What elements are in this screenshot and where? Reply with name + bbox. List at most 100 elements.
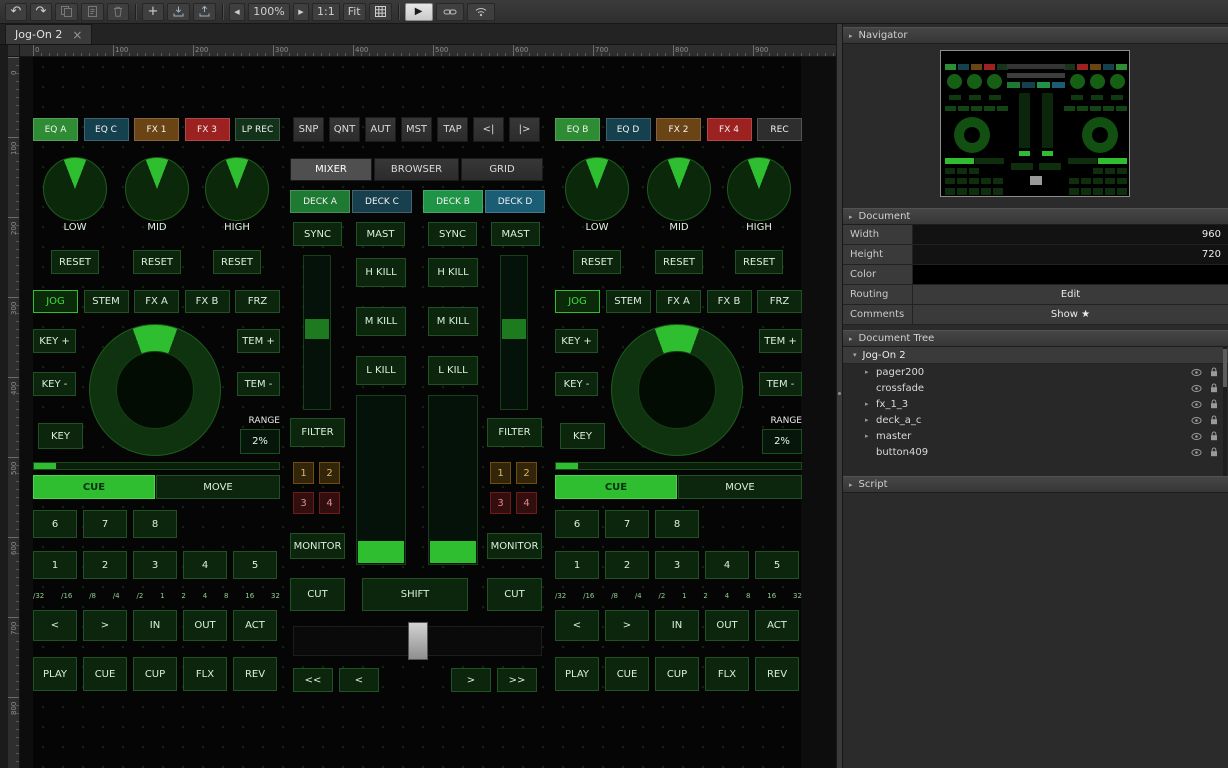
transport-button-cup[interactable]: CUP bbox=[133, 657, 177, 691]
mode-button-fxa[interactable]: FX A bbox=[134, 290, 179, 313]
transport-button-cue[interactable]: CUE bbox=[605, 657, 649, 691]
view-tab-grid[interactable]: GRID bbox=[461, 158, 543, 181]
tree-root-jog-on-2[interactable]: ▾ Jog-On 2 bbox=[843, 347, 1228, 364]
loop-button-3[interactable]: OUT bbox=[705, 610, 749, 641]
fx-select-button-right[interactable]: REC bbox=[757, 118, 802, 141]
hotcue-button-8[interactable]: 8 bbox=[133, 510, 177, 538]
hotcue-button-2[interactable]: 2 bbox=[83, 551, 127, 579]
expand-icon[interactable]: ▸ bbox=[865, 368, 876, 376]
delete-button[interactable] bbox=[107, 3, 129, 21]
loop-button-2[interactable]: IN bbox=[655, 610, 699, 641]
fader-handle[interactable] bbox=[358, 541, 404, 563]
nudge-button-3[interactable]: >> bbox=[497, 668, 537, 692]
tempo-plus-button[interactable]: TEM + bbox=[759, 329, 802, 353]
pitch-fader-left[interactable] bbox=[303, 255, 331, 410]
deck-select-deckc[interactable]: DECK C bbox=[352, 190, 412, 213]
hotcue-button-6[interactable]: 6 bbox=[555, 510, 599, 538]
fader-handle[interactable] bbox=[430, 541, 476, 563]
hotcue-button-1[interactable]: 1 bbox=[33, 551, 77, 579]
fx-select-button-left[interactable]: LP REC bbox=[235, 118, 280, 141]
height-value-field[interactable]: 720 bbox=[913, 245, 1228, 264]
perf-button-0[interactable]: SNP bbox=[293, 117, 324, 142]
editor-canvas[interactable]: EQ AEQ CFX 1FX 3LP RECLOWMIDHIGHRESETRES… bbox=[20, 57, 836, 768]
tempo-minus-button[interactable]: TEM - bbox=[759, 372, 802, 396]
transport-button-rev[interactable]: REV bbox=[233, 657, 277, 691]
shift-button[interactable]: SHIFT bbox=[362, 578, 468, 611]
perf-button-4[interactable]: TAP bbox=[437, 117, 468, 142]
hotcue-button-4[interactable]: 4 bbox=[183, 551, 227, 579]
fader-handle[interactable] bbox=[305, 319, 329, 339]
mast-button-left[interactable]: MAST bbox=[356, 222, 405, 246]
kill-button-h-kill[interactable]: H KILL bbox=[356, 258, 406, 287]
mast-button-right[interactable]: MAST bbox=[491, 222, 540, 246]
eq-knob-low-right[interactable] bbox=[565, 157, 629, 221]
navigator-header[interactable]: ▸ Navigator bbox=[843, 27, 1228, 44]
transport-button-play[interactable]: PLAY bbox=[555, 657, 599, 691]
transport-button-play[interactable]: PLAY bbox=[33, 657, 77, 691]
fx-select-button-right[interactable]: FX 2 bbox=[656, 118, 701, 141]
lock-icon[interactable] bbox=[1210, 431, 1218, 441]
kill-button-h-kill[interactable]: H KILL bbox=[428, 258, 478, 287]
deck-select-deckd[interactable]: DECK D bbox=[485, 190, 545, 213]
lock-icon[interactable] bbox=[1210, 367, 1218, 377]
filter-button[interactable]: FILTER bbox=[487, 418, 542, 447]
transport-button-rev[interactable]: REV bbox=[755, 657, 799, 691]
perf-button-1[interactable]: QNT bbox=[329, 117, 360, 142]
tree-item-pager200[interactable]: ▸pager200 bbox=[843, 364, 1228, 380]
reset-button[interactable]: RESET bbox=[735, 250, 783, 274]
loop-button-2[interactable]: IN bbox=[133, 610, 177, 641]
volume-fader-right[interactable] bbox=[428, 395, 478, 565]
loop-button-4[interactable]: ACT bbox=[755, 610, 799, 641]
export-button[interactable] bbox=[193, 3, 216, 21]
cue-loop-button[interactable]: CUE bbox=[555, 475, 677, 499]
zoom-fit-button[interactable]: Fit bbox=[343, 3, 366, 21]
volume-fader-left[interactable] bbox=[356, 395, 406, 565]
lock-icon[interactable] bbox=[1210, 447, 1218, 457]
hotcue-button-7[interactable]: 7 bbox=[83, 510, 127, 538]
fx-assign-button-2[interactable]: 2 bbox=[516, 462, 537, 484]
deck-select-deckb[interactable]: DECK B bbox=[423, 190, 483, 213]
fx-assign-button-3[interactable]: 3 bbox=[293, 492, 314, 514]
scrollbar-thumb[interactable] bbox=[1223, 349, 1227, 387]
hotcue-button-4[interactable]: 4 bbox=[705, 551, 749, 579]
perf-button-2[interactable]: AUT bbox=[365, 117, 396, 142]
grid-toggle-button[interactable] bbox=[369, 3, 392, 21]
reset-button[interactable]: RESET bbox=[51, 250, 99, 274]
fx-assign-button-1[interactable]: 1 bbox=[490, 462, 511, 484]
document-header[interactable]: ▸ Document bbox=[843, 208, 1228, 225]
mode-button-frz[interactable]: FRZ bbox=[235, 290, 280, 313]
width-value-field[interactable]: 960 bbox=[913, 225, 1228, 244]
eq-knob-mid-right[interactable] bbox=[647, 157, 711, 221]
kill-button-l-kill[interactable]: L KILL bbox=[356, 356, 406, 385]
transport-button-flx[interactable]: FLX bbox=[183, 657, 227, 691]
tree-scrollbar[interactable] bbox=[1223, 347, 1227, 476]
hotcue-button-1[interactable]: 1 bbox=[555, 551, 599, 579]
import-button[interactable] bbox=[167, 3, 190, 21]
filter-button[interactable]: FILTER bbox=[290, 418, 345, 447]
pitch-fader-right[interactable] bbox=[500, 255, 528, 410]
hotcue-button-5[interactable]: 5 bbox=[755, 551, 799, 579]
reset-button[interactable]: RESET bbox=[573, 250, 621, 274]
expand-icon[interactable]: ▸ bbox=[865, 432, 876, 440]
view-tab-browser[interactable]: BROWSER bbox=[374, 158, 459, 181]
monitor-button[interactable]: MONITOR bbox=[290, 533, 345, 559]
reset-button[interactable]: RESET bbox=[213, 250, 261, 274]
key-minus-button[interactable]: KEY - bbox=[33, 372, 76, 396]
kill-button-m-kill[interactable]: M KILL bbox=[428, 307, 478, 336]
reset-button[interactable]: RESET bbox=[133, 250, 181, 274]
redo-button[interactable]: ↷ bbox=[30, 3, 52, 21]
tempo-minus-button[interactable]: TEM - bbox=[237, 372, 280, 396]
deck-select-decka[interactable]: DECK A bbox=[290, 190, 350, 213]
mode-button-jog[interactable]: JOG bbox=[555, 290, 600, 313]
loop-button-0[interactable]: < bbox=[33, 610, 77, 641]
zoom-one-to-one-button[interactable]: 1:1 bbox=[312, 3, 340, 21]
kill-button-m-kill[interactable]: M KILL bbox=[356, 307, 406, 336]
sync-button-left[interactable]: SYNC bbox=[293, 222, 342, 246]
fx-select-button-right[interactable]: EQ B bbox=[555, 118, 600, 141]
fx-select-button-left[interactable]: EQ C bbox=[84, 118, 129, 141]
mode-button-fxb[interactable]: FX B bbox=[707, 290, 752, 313]
visibility-eye-icon[interactable] bbox=[1191, 400, 1202, 409]
lock-icon[interactable] bbox=[1210, 399, 1218, 409]
script-header[interactable]: ▸ Script bbox=[843, 476, 1228, 493]
crossfader-handle[interactable] bbox=[408, 622, 428, 660]
